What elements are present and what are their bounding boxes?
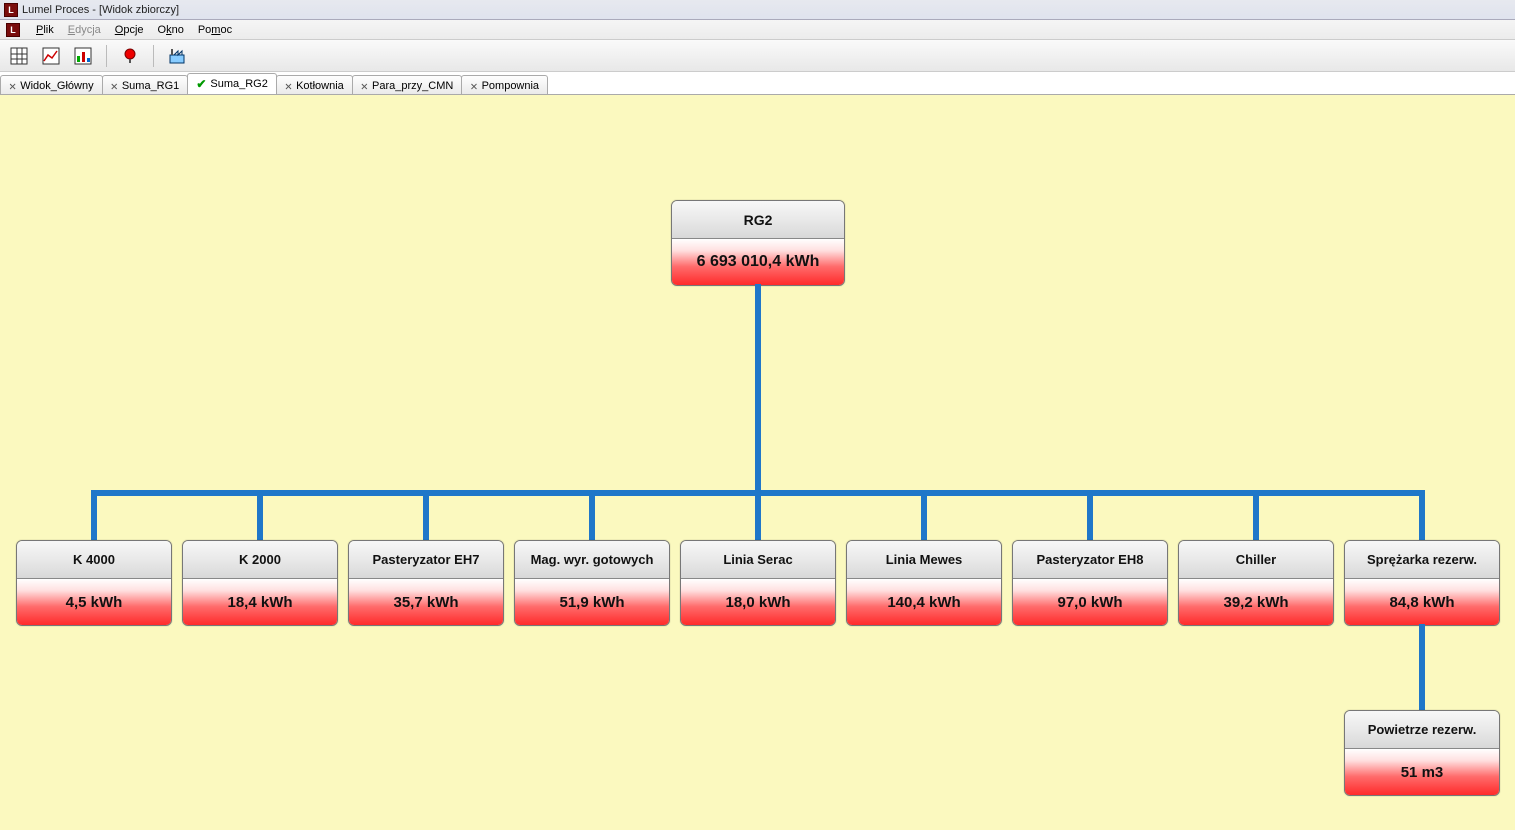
node-value: 18,4 kWh (183, 579, 337, 625)
node-value: 18,0 kWh (681, 579, 835, 625)
node-title: Linia Mewes (847, 541, 1001, 579)
node-title: Mag. wyr. gotowych (515, 541, 669, 579)
menu-item-pomoc[interactable]: Pomoc (198, 24, 232, 36)
node-value: 35,7 kWh (349, 579, 503, 625)
tab-label: Para_przy_CMN (372, 80, 453, 92)
bar-chart-icon[interactable] (72, 45, 94, 67)
node-title: Sprężarka rezerw. (1345, 541, 1499, 579)
node-child-4[interactable]: Linia Serac18,0 kWh (680, 540, 836, 626)
menu-item-opcje[interactable]: Opcje (115, 24, 144, 36)
connector-line (755, 284, 761, 496)
node-value: 51 m3 (1345, 749, 1499, 795)
node-title: K 2000 (183, 541, 337, 579)
close-icon: ✕ (9, 80, 16, 92)
tab-para_przy_cmn[interactable]: ✕ Para_przy_CMN (352, 75, 463, 95)
node-title: Powietrze rezerw. (1345, 711, 1499, 749)
toolbar-separator (106, 45, 107, 67)
connector-line (1087, 490, 1093, 540)
connector-line (91, 490, 97, 540)
node-child-3[interactable]: Mag. wyr. gotowych51,9 kWh (514, 540, 670, 626)
node-title: Linia Serac (681, 541, 835, 579)
connector-line (1253, 490, 1259, 540)
toolbar (0, 40, 1515, 72)
window-title-bar: L Lumel Proces - [Widok zbiorczy] (0, 0, 1515, 20)
connector-line (755, 490, 761, 540)
menu-app-icon[interactable]: L (6, 23, 20, 37)
toolbar-separator (153, 45, 154, 67)
node-child-6[interactable]: Pasteryzator EH897,0 kWh (1012, 540, 1168, 626)
line-chart-icon[interactable] (40, 45, 62, 67)
tab-label: Suma_RG1 (122, 80, 179, 92)
app-icon: L (4, 3, 18, 17)
node-child-5[interactable]: Linia Mewes140,4 kWh (846, 540, 1002, 626)
tab-widok_główny[interactable]: ✕ Widok_Główny (0, 75, 103, 95)
node-grandchild[interactable]: Powietrze rezerw.51 m3 (1344, 710, 1500, 796)
node-child-1[interactable]: K 200018,4 kWh (182, 540, 338, 626)
tab-pompownia[interactable]: ✕ Pompownia (461, 75, 548, 95)
connector-line (921, 490, 927, 540)
factory-icon[interactable] (166, 45, 188, 67)
connector-line (589, 490, 595, 540)
window-title: Lumel Proces - [Widok zbiorczy] (22, 4, 179, 16)
grid-icon[interactable] (8, 45, 30, 67)
tab-kotłownia[interactable]: ✕ Kotłownia (276, 75, 353, 95)
close-icon: ✕ (470, 80, 477, 92)
close-icon: ✕ (285, 80, 292, 92)
connector-line (257, 490, 263, 540)
tab-label: Widok_Główny (20, 80, 93, 92)
connector-line (1419, 624, 1425, 710)
connector-line (1419, 490, 1425, 540)
node-child-8[interactable]: Sprężarka rezerw.84,8 kWh (1344, 540, 1500, 626)
node-title: RG2 (672, 201, 844, 239)
close-icon: ✕ (111, 80, 118, 92)
tab-label: Pompownia (482, 80, 539, 92)
node-value: 4,5 kWh (17, 579, 171, 625)
menu-item-okno[interactable]: Okno (158, 24, 184, 36)
connector-line (423, 490, 429, 540)
menu-item-edycja: Edycja (68, 24, 101, 36)
node-value: 140,4 kWh (847, 579, 1001, 625)
node-value: 6 693 010,4 kWh (672, 239, 844, 285)
menu-item-plik[interactable]: Plik (36, 24, 54, 36)
node-child-2[interactable]: Pasteryzator EH735,7 kWh (348, 540, 504, 626)
node-title: Chiller (1179, 541, 1333, 579)
close-icon: ✕ (361, 80, 368, 92)
node-title: Pasteryzator EH8 (1013, 541, 1167, 579)
check-icon: ✔ (196, 77, 206, 91)
tab-label: Kotłownia (296, 80, 344, 92)
diagram-canvas: RG26 693 010,4 kWhK 40004,5 kWhK 200018,… (0, 94, 1515, 830)
tab-label: Suma_RG2 (210, 78, 267, 90)
node-child-0[interactable]: K 40004,5 kWh (16, 540, 172, 626)
node-root[interactable]: RG26 693 010,4 kWh (671, 200, 845, 286)
node-value: 51,9 kWh (515, 579, 669, 625)
tab-suma_rg1[interactable]: ✕ Suma_RG1 (102, 75, 189, 95)
node-value: 97,0 kWh (1013, 579, 1167, 625)
node-title: K 4000 (17, 541, 171, 579)
red-light-icon[interactable] (119, 45, 141, 67)
tabs-row: ✕ Widok_Główny ✕ Suma_RG1 ✔ Suma_RG2 ✕ Kotłowni… (0, 72, 1515, 94)
node-child-7[interactable]: Chiller39,2 kWh (1178, 540, 1334, 626)
tab-suma_rg2[interactable]: ✔ Suma_RG2 (187, 73, 277, 94)
node-value: 39,2 kWh (1179, 579, 1333, 625)
node-value: 84,8 kWh (1345, 579, 1499, 625)
node-title: Pasteryzator EH7 (349, 541, 503, 579)
menu-bar: L Plik Edycja Opcje Okno Pomoc (0, 20, 1515, 40)
